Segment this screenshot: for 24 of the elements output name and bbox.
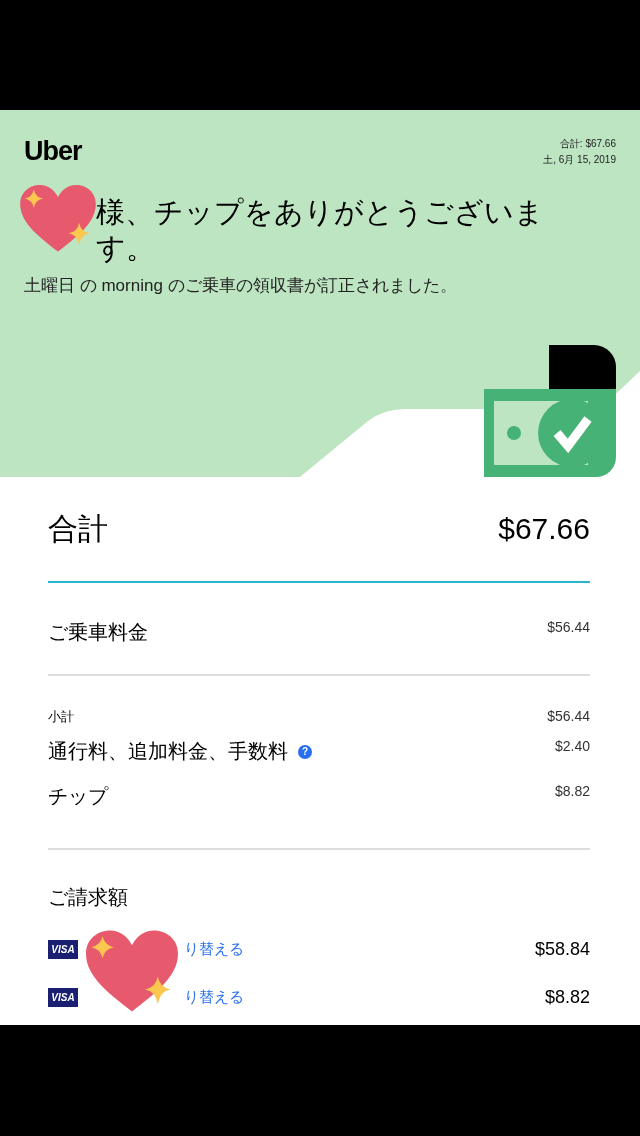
- total-amount: $67.66: [498, 512, 590, 546]
- card-logo: VISA: [48, 939, 78, 959]
- fare-amount: $56.44: [547, 619, 590, 635]
- fare-label: ご乗車料金: [48, 620, 148, 645]
- payment-amount: $58.84: [534, 938, 590, 960]
- line-amount: $2.40: [554, 738, 590, 754]
- card-logo: VISA: [48, 987, 78, 1007]
- line-amount: $8.82: [554, 783, 590, 799]
- line-label: 小計: [48, 708, 74, 726]
- line-amount: $56.44: [547, 708, 590, 724]
- receipt-note: 土曜日 の morning のご乗車の領収書が訂正されました。: [24, 275, 458, 297]
- switch-link[interactable]: り替える: [184, 987, 244, 1007]
- help-icon: ?: [298, 744, 312, 759]
- switch-link[interactable]: り替える: [184, 939, 244, 959]
- line-label: チップ: [48, 784, 108, 809]
- total-label: 合計: [48, 510, 108, 547]
- thanks-heading: 様、チップをありがとうございます。: [96, 195, 545, 266]
- charges-heading: ご請求額: [48, 885, 129, 910]
- receipt-total: 合計: $67.66: [558, 137, 616, 151]
- line-label: 通行料、追加料金、手数料: [48, 739, 288, 764]
- payment-amount: $8.82: [544, 986, 590, 1008]
- sparkling-heart-icon: [20, 185, 96, 253]
- logo: Uber: [24, 136, 82, 167]
- receipt-date: 土, 6月 15, 2019: [543, 153, 616, 167]
